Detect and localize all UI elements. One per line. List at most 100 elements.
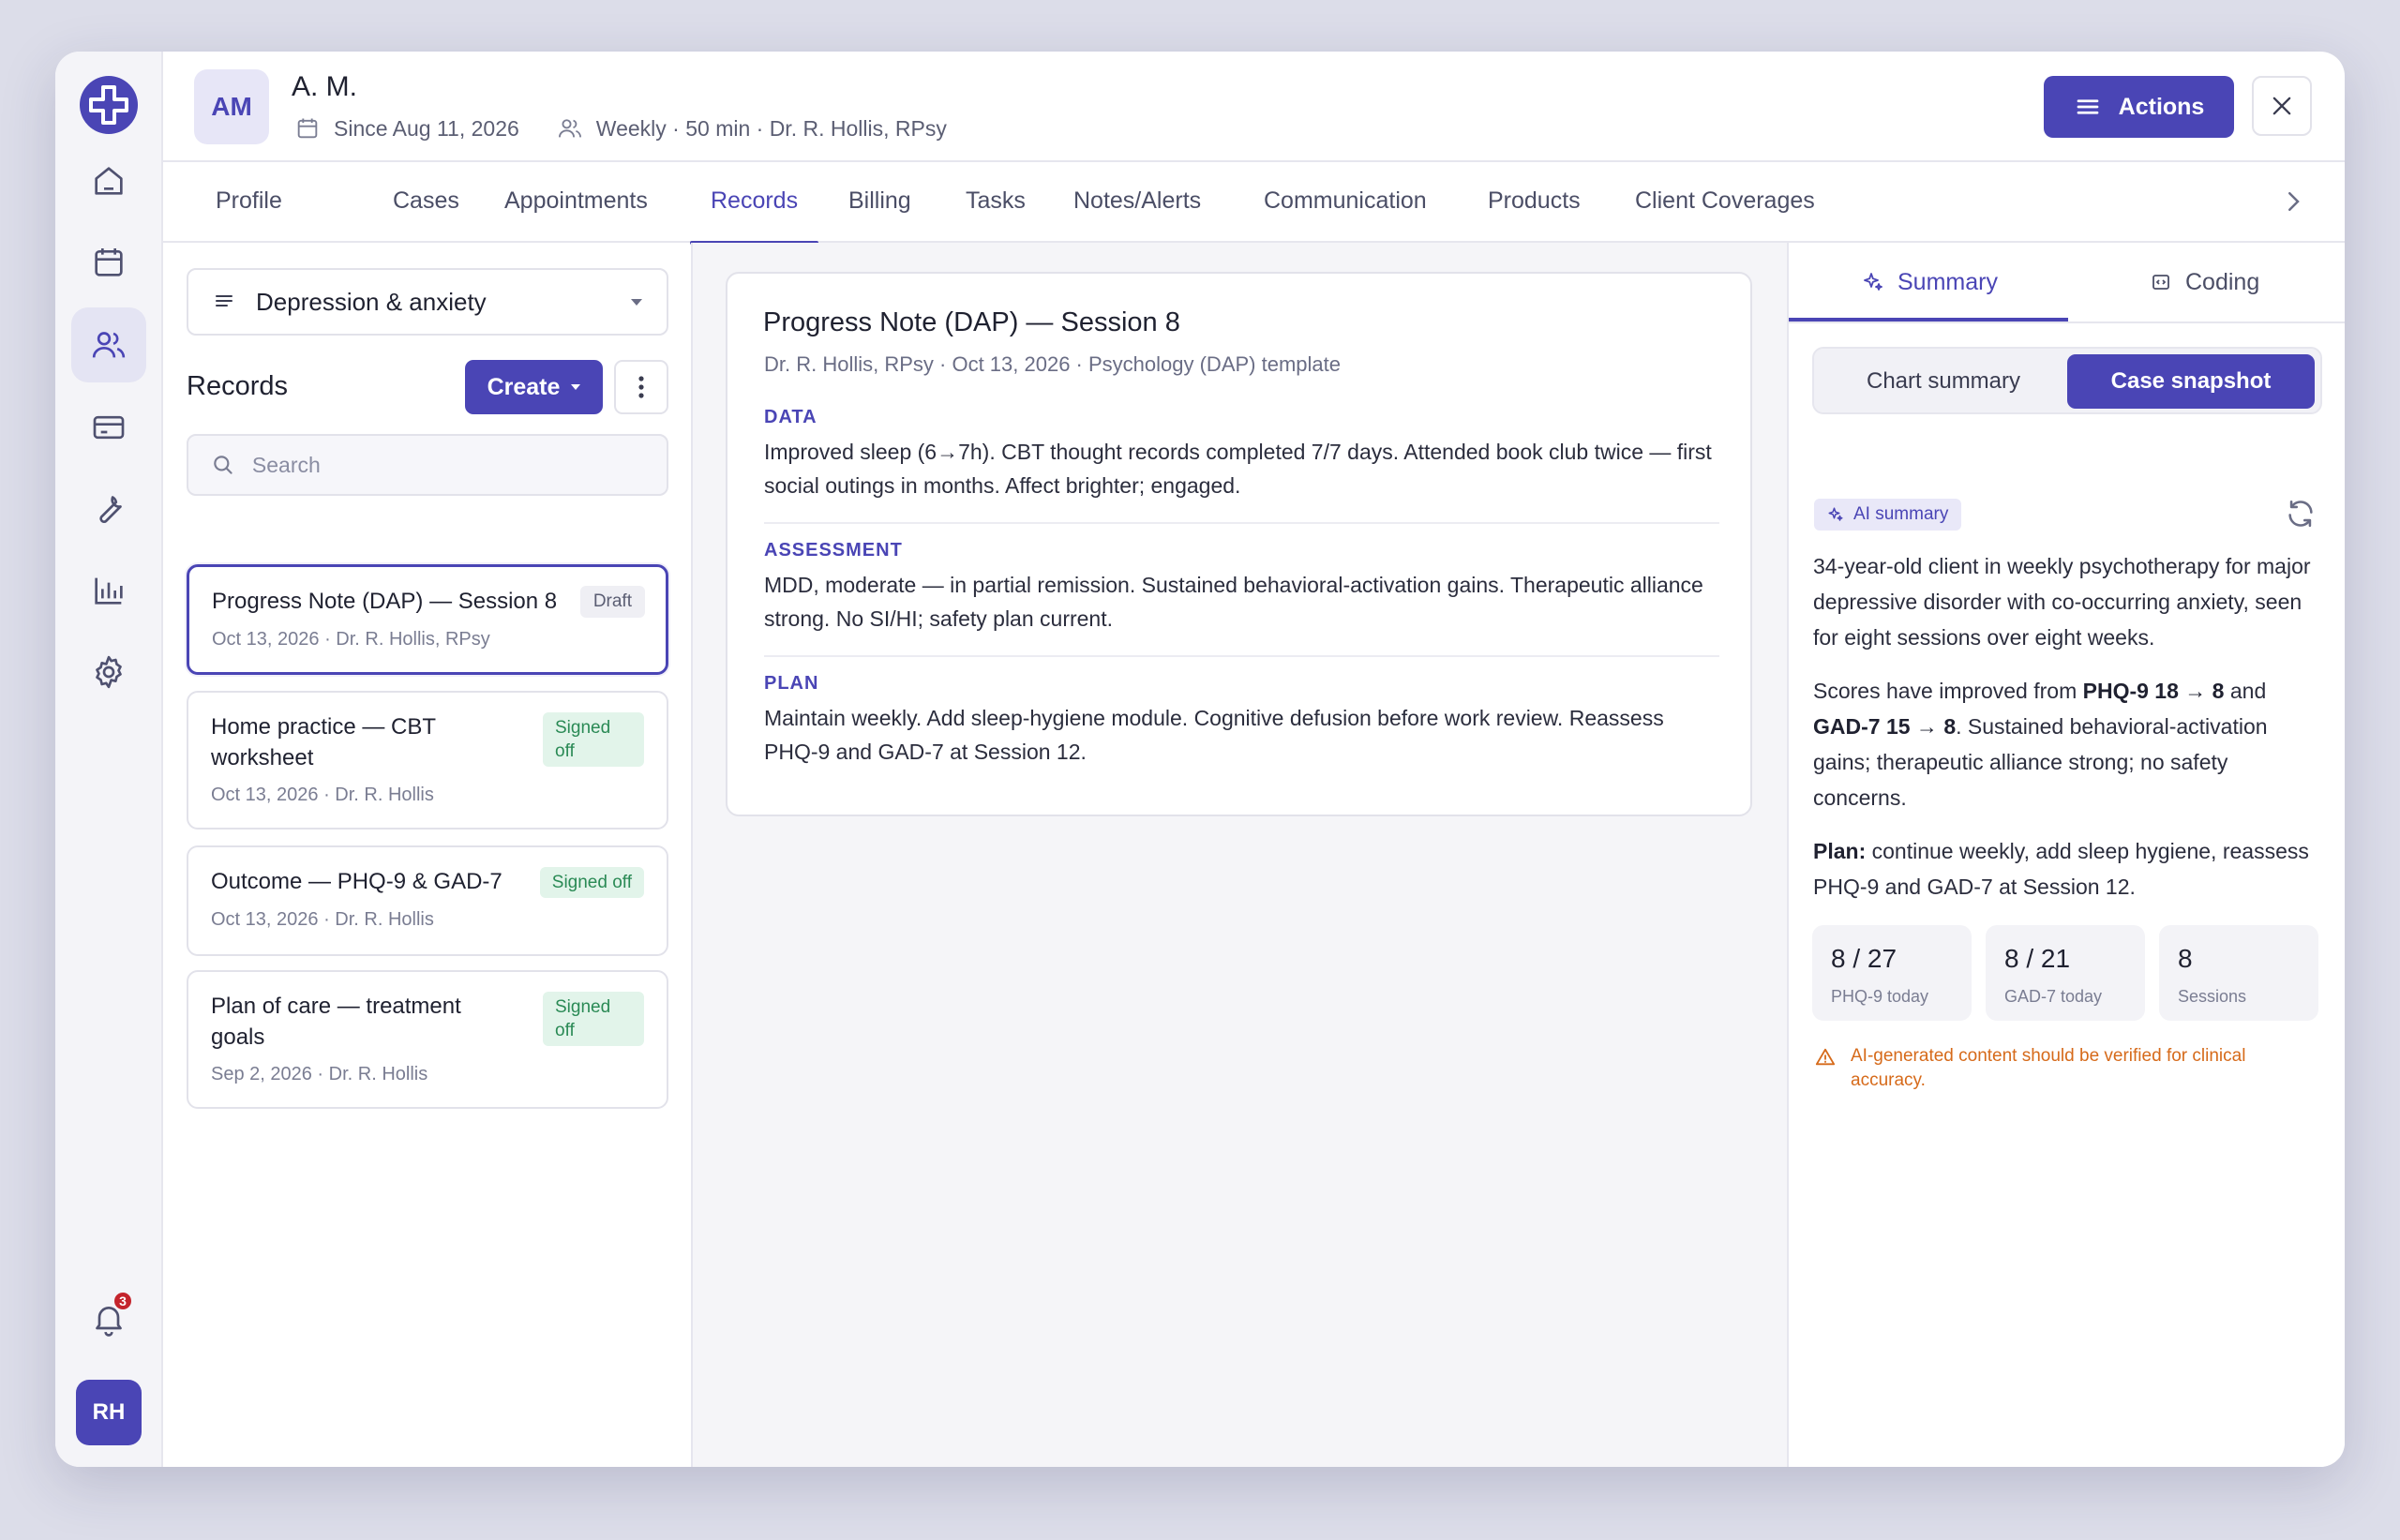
section-body-plan: Maintain weekly. Add sleep-hygiene modul… bbox=[764, 706, 1664, 764]
user-avatar[interactable]: RH bbox=[76, 1380, 142, 1445]
tab-records[interactable]: Records bbox=[689, 162, 819, 245]
tab-coding-label: Coding bbox=[2185, 268, 2260, 295]
stat-label: GAD-7 today bbox=[2004, 987, 2103, 1006]
record-title: Progress Note (DAP) — Session 8 bbox=[212, 589, 558, 614]
app-window: 3 RH AM A. M. Since Aug 11, 2026 Weekly … bbox=[55, 52, 2345, 1467]
record-title: Outcome — PHQ-9 & GAD-7 bbox=[211, 869, 502, 894]
record-meta: Sep 2, 2026 · Dr. R. Hollis bbox=[211, 1064, 428, 1084]
app-logo-icon[interactable] bbox=[78, 74, 140, 136]
client-since: Since Aug 11, 2026 bbox=[294, 115, 519, 142]
gad7-change: GAD-7 15 → 8 bbox=[1813, 714, 1957, 739]
summary-pane: Summary Coding Chart summary Case snapsh… bbox=[1787, 243, 2345, 1467]
records-search[interactable] bbox=[187, 434, 668, 496]
sparkle-icon bbox=[1864, 273, 1882, 291]
ai-summary-label: AI summary bbox=[1853, 504, 1949, 524]
summary-text: Scores have improved from bbox=[1813, 679, 2083, 703]
search-icon bbox=[214, 456, 232, 474]
tab-summary[interactable]: Summary bbox=[1862, 243, 1998, 321]
actions-label: Actions bbox=[2118, 93, 2205, 120]
client-tabs: Profile Cases Appointments Records Billi… bbox=[163, 162, 2345, 245]
tab-communication[interactable]: Communication bbox=[1264, 162, 1427, 243]
tab-products[interactable]: Products bbox=[1488, 162, 1581, 243]
card-icon[interactable] bbox=[71, 390, 146, 465]
tab-appointments[interactable]: Appointments bbox=[504, 162, 648, 243]
record-title: Plan of care — treatment goals bbox=[211, 994, 461, 1050]
record-meta: Oct 13, 2026 · Dr. R. Hollis, RPsy bbox=[212, 629, 490, 650]
actions-button[interactable]: Actions bbox=[2044, 76, 2234, 138]
section-divider bbox=[764, 655, 1719, 657]
bell-icon[interactable]: 3 bbox=[71, 1281, 146, 1356]
stat-value: 8 bbox=[2178, 944, 2193, 973]
tab-profile[interactable]: Profile bbox=[216, 162, 282, 243]
record-item[interactable]: Plan of care — treatment goals Signed of… bbox=[187, 970, 668, 1109]
tab-notes-alerts[interactable]: Notes/Alerts bbox=[1073, 162, 1201, 243]
gear-icon[interactable] bbox=[71, 635, 146, 710]
stat-gad7: 8 / 21 GAD-7 today bbox=[1986, 925, 2145, 1021]
kebab-icon bbox=[638, 376, 644, 398]
section-label-plan: PLAN bbox=[764, 673, 819, 694]
tab-summary-label: Summary bbox=[1898, 268, 1998, 295]
record-meta: Oct 13, 2026 · Dr. R. Hollis bbox=[211, 785, 434, 805]
section-label-assessment: ASSESSMENT bbox=[764, 540, 903, 561]
notification-count-badge: 3 bbox=[112, 1291, 133, 1311]
tab-client-coverages[interactable]: Client Coverages bbox=[1635, 162, 1815, 243]
tab-coding[interactable]: Coding bbox=[2150, 243, 2259, 321]
tab-tasks[interactable]: Tasks bbox=[966, 162, 1026, 243]
record-meta: Oct 13, 2026 · Dr. R. Hollis bbox=[211, 909, 434, 930]
section-body-assessment: MDD, moderate — in partial remission. Su… bbox=[764, 573, 1703, 631]
segment-chart-summary[interactable]: Chart summary bbox=[1820, 354, 2067, 409]
caret-down-icon bbox=[571, 384, 581, 390]
record-item[interactable]: Outcome — PHQ-9 & GAD-7 Signed off Oct 1… bbox=[187, 845, 668, 956]
chart-icon[interactable] bbox=[71, 553, 146, 628]
note-subtitle: Dr. R. Hollis, RPsy · Oct 13, 2026 · Psy… bbox=[764, 352, 1341, 376]
close-button[interactable] bbox=[2252, 76, 2312, 136]
case-filter-value: Depression & anxiety bbox=[256, 287, 487, 316]
search-input[interactable] bbox=[251, 452, 644, 478]
record-title: Home practice — CBT worksheet bbox=[211, 714, 436, 770]
plan-text: continue weekly, add sleep hygiene, reas… bbox=[1813, 839, 2309, 899]
warning-icon bbox=[1815, 1048, 1836, 1066]
stat-value: 8 / 27 bbox=[1831, 944, 1898, 973]
ai-warning: AI-generated content should be verified … bbox=[1815, 1044, 2321, 1093]
status-badge: Signed off bbox=[543, 992, 644, 1046]
calendar-icon[interactable] bbox=[71, 225, 146, 300]
more-options-button[interactable] bbox=[614, 360, 668, 414]
chevron-right-icon[interactable] bbox=[2279, 187, 2307, 216]
summary-plan: Plan: continue weekly, add sleep hygiene… bbox=[1813, 833, 2319, 905]
record-item[interactable]: Home practice — CBT worksheet Signed off… bbox=[187, 691, 668, 830]
wrench-icon[interactable] bbox=[71, 471, 146, 546]
plan-label: Plan: bbox=[1813, 839, 1867, 863]
left-rail: 3 RH bbox=[55, 52, 163, 1467]
tab-cases[interactable]: Cases bbox=[393, 162, 459, 243]
stat-label: Sessions bbox=[2178, 987, 2247, 1006]
client-meta: Since Aug 11, 2026 Weekly · 50 min · Dr.… bbox=[294, 115, 984, 142]
case-filter-select[interactable]: Depression & anxiety bbox=[187, 268, 668, 336]
status-badge: Signed off bbox=[539, 867, 644, 898]
calendar-icon bbox=[297, 118, 318, 139]
code-icon bbox=[2152, 275, 2169, 290]
summary-segmented-control: Chart summary Case snapshot bbox=[1812, 347, 2322, 414]
summary-text: and bbox=[2224, 679, 2267, 703]
stat-label: PHQ-9 today bbox=[1831, 987, 1929, 1006]
stat-sessions: 8 Sessions bbox=[2159, 925, 2318, 1021]
home-icon[interactable] bbox=[71, 143, 146, 218]
users-icon[interactable] bbox=[71, 307, 146, 382]
records-title: Records bbox=[187, 371, 288, 401]
menu-icon bbox=[2077, 99, 2099, 114]
section-body-data: Improved sleep (6→7h). CBT thought recor… bbox=[764, 440, 1712, 498]
client-since-text: Since Aug 11, 2026 bbox=[334, 115, 519, 141]
document-pane: Progress Note (DAP) — Session 8 Dr. R. H… bbox=[693, 243, 1787, 1467]
status-badge: Draft bbox=[579, 586, 645, 618]
client-header: AM A. M. Since Aug 11, 2026 Weekly · 50 … bbox=[163, 52, 2345, 162]
section-divider bbox=[764, 522, 1719, 524]
refresh-icon[interactable] bbox=[2285, 498, 2317, 530]
client-schedule: Weekly · 50 min · Dr. R. Hollis, RPsy bbox=[557, 115, 947, 142]
client-name: A. M. bbox=[292, 71, 358, 102]
segment-case-snapshot[interactable]: Case snapshot bbox=[2067, 354, 2315, 409]
tab-billing[interactable]: Billing bbox=[848, 162, 911, 243]
phq9-change: PHQ-9 18 → 8 bbox=[2082, 679, 2225, 703]
users-icon bbox=[558, 119, 581, 138]
create-button[interactable]: Create bbox=[465, 360, 603, 414]
list-icon bbox=[216, 295, 232, 307]
record-item[interactable]: Progress Note (DAP) — Session 8 Draft Oc… bbox=[187, 564, 668, 675]
